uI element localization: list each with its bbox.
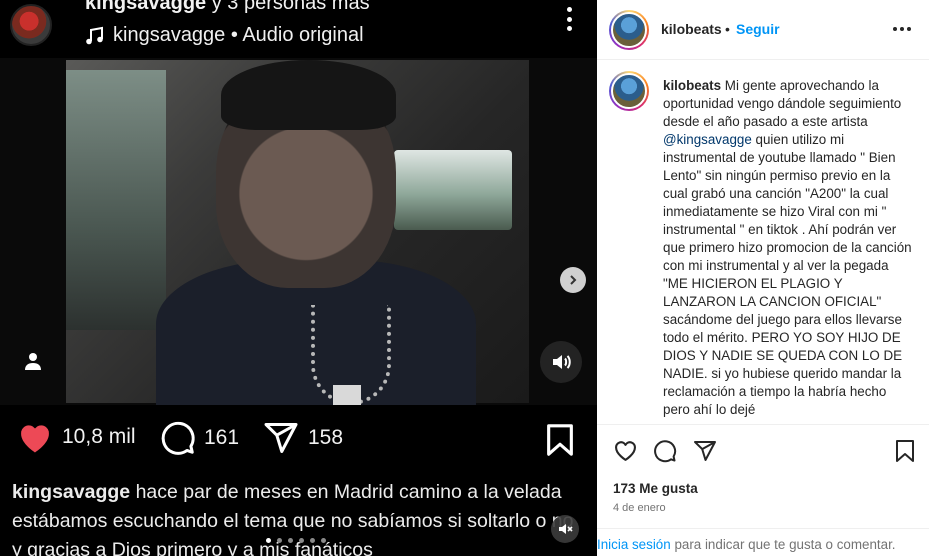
carousel-dot <box>321 538 326 543</box>
caption-mention-link[interactable]: @kingsavagge <box>663 132 752 147</box>
likes-count: 10,8 mil <box>62 425 136 448</box>
comment-icon[interactable] <box>653 439 677 466</box>
login-prompt-text: para indicar que te gusta o comentar. <box>674 537 896 552</box>
header-separator: • <box>725 21 730 37</box>
reel-caption: kingsavagge hace par de meses en Madrid … <box>12 478 582 556</box>
music-note-icon <box>86 26 103 44</box>
share-action[interactable]: 158 <box>262 420 343 456</box>
heart-outline-icon[interactable] <box>613 439 638 465</box>
more-vertical-icon[interactable] <box>563 4 575 34</box>
shares-count: 158 <box>308 426 344 449</box>
login-link[interactable]: Inicia sesión <box>597 537 671 552</box>
reel-actions: 10,8 mil 161 158 <box>0 420 597 464</box>
bookmark-icon[interactable] <box>545 423 575 462</box>
caption-username[interactable]: kingsavagge <box>12 481 130 503</box>
sound-icon[interactable] <box>540 341 582 383</box>
reel-owner-avatar[interactable] <box>10 4 52 46</box>
carousel-dot <box>266 538 271 543</box>
more-horizontal-icon[interactable] <box>893 27 911 31</box>
comment-action[interactable]: 161 <box>160 420 239 456</box>
next-arrow-icon[interactable] <box>560 267 586 293</box>
caption-text-part2: quien utilizo mi instrumental de youtube… <box>663 132 912 417</box>
carousel-dot <box>277 538 282 543</box>
reel-audio-label: kingsavagge • Audio original <box>113 24 364 46</box>
caption-author-avatar[interactable] <box>609 71 649 111</box>
login-prompt: Inicia sesión para indicar que te gusta … <box>597 528 929 556</box>
reel-screenshot: kingsavagge y 3 personas más kingsavagge… <box>0 0 597 556</box>
carousel-dots <box>266 538 326 543</box>
reel-owner-line: kingsavagge y 3 personas más <box>85 0 370 15</box>
post-author-username[interactable]: kilobeats <box>661 21 722 37</box>
caption-body: kilobeats Mi gente aprovechando la oport… <box>663 77 913 419</box>
carousel-dot <box>310 538 315 543</box>
reel-audio[interactable]: kingsavagge • Audio original <box>85 24 364 47</box>
post-header: kilobeats • Seguir <box>597 0 929 60</box>
user-tag-icon[interactable] <box>20 348 46 374</box>
post-caption: kilobeats Mi gente aprovechando la oport… <box>597 61 929 424</box>
heart-filled-icon[interactable] <box>16 420 54 454</box>
muted-sound-icon[interactable] <box>551 515 579 543</box>
caption-author-username[interactable]: kilobeats <box>663 78 721 93</box>
bookmark-icon[interactable] <box>895 439 915 466</box>
post-date[interactable]: 4 de enero <box>613 502 666 514</box>
likes-count-label[interactable]: 173 Me gusta <box>613 481 698 496</box>
post-panel: kilobeats • Seguir kilobeats Mi gente ap… <box>597 0 929 556</box>
carousel-dot <box>299 538 304 543</box>
reel-owner-suffix[interactable]: y 3 personas más <box>212 0 370 14</box>
comments-count: 161 <box>204 426 240 449</box>
reel-owner-username[interactable]: kingsavagge <box>85 0 206 14</box>
share-icon[interactable] <box>693 439 717 466</box>
video-frame <box>66 60 529 405</box>
post-author-avatar[interactable] <box>609 10 649 50</box>
follow-button[interactable]: Seguir <box>736 21 780 37</box>
comment-icon[interactable] <box>160 420 196 456</box>
post-action-bar <box>597 424 929 477</box>
carousel-dot <box>288 538 293 543</box>
share-icon[interactable] <box>262 420 300 456</box>
like-action[interactable]: 10,8 mil <box>16 420 136 454</box>
reel-video[interactable] <box>0 58 597 405</box>
